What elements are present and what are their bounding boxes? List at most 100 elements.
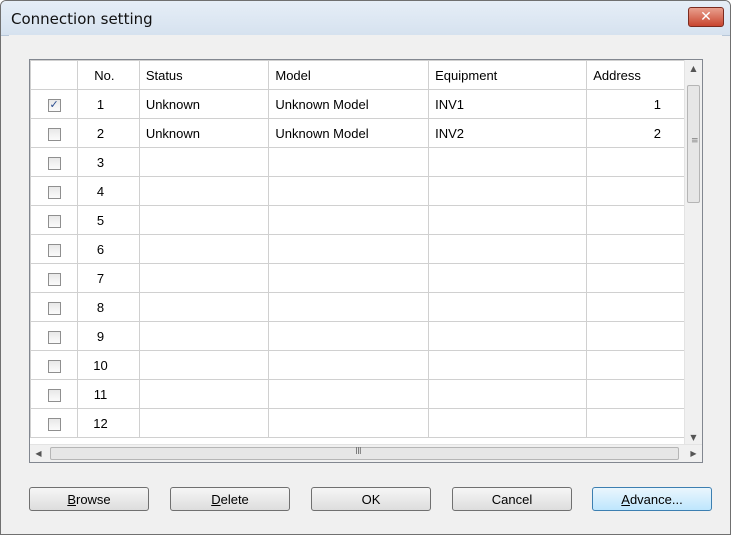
browse-button[interactable]: Browse xyxy=(29,487,149,511)
row-number[interactable]: 2 xyxy=(77,118,140,148)
row-select-cell[interactable] xyxy=(30,408,79,438)
row-checkbox[interactable] xyxy=(47,417,61,431)
equipment-cell[interactable] xyxy=(428,350,588,380)
equipment-cell[interactable]: INV1 xyxy=(428,89,588,119)
equipment-cell[interactable] xyxy=(428,292,588,322)
row-select-cell[interactable]: ✓ xyxy=(30,89,79,119)
row-number[interactable]: 10 xyxy=(77,350,140,380)
row-number[interactable]: 12 xyxy=(77,408,140,438)
equipment-cell[interactable] xyxy=(428,176,588,206)
row-number[interactable]: 8 xyxy=(77,292,140,322)
column-header-status[interactable]: Status xyxy=(138,60,270,90)
status-cell[interactable] xyxy=(138,350,270,380)
close-button[interactable]: ✕ xyxy=(688,7,724,27)
scroll-right-icon[interactable]: ▶ xyxy=(685,445,702,462)
table-row[interactable]: 7 xyxy=(30,263,702,293)
row-checkbox[interactable] xyxy=(47,359,61,373)
vertical-scrollbar[interactable]: ▲ ≡ ▼ xyxy=(684,60,702,446)
delete-button[interactable]: Delete xyxy=(170,487,290,511)
table-row[interactable]: 10 xyxy=(30,350,702,380)
model-cell[interactable] xyxy=(268,205,430,235)
table-row[interactable]: ✓ 1 Unknown Unknown Model INV1 1 xyxy=(30,89,702,119)
horizontal-scrollbar[interactable]: ◀ III ▶ xyxy=(30,444,702,462)
row-select-cell[interactable] xyxy=(30,379,79,409)
model-cell[interactable] xyxy=(268,176,430,206)
row-number[interactable]: 11 xyxy=(77,379,140,409)
equipment-cell[interactable] xyxy=(428,321,588,351)
column-header-no[interactable]: No. xyxy=(77,60,140,90)
row-number[interactable]: 7 xyxy=(77,263,140,293)
scroll-left-icon[interactable]: ◀ xyxy=(30,445,47,462)
ok-button[interactable]: OK xyxy=(311,487,431,511)
table-row[interactable]: 6 xyxy=(30,234,702,264)
equipment-cell[interactable]: INV2 xyxy=(428,118,588,148)
equipment-cell[interactable] xyxy=(428,234,588,264)
row-checkbox[interactable] xyxy=(47,156,61,170)
row-number[interactable]: 4 xyxy=(77,176,140,206)
row-checkbox[interactable] xyxy=(47,243,61,257)
model-cell[interactable] xyxy=(268,408,430,438)
row-number[interactable]: 3 xyxy=(77,147,140,177)
status-cell[interactable] xyxy=(138,321,270,351)
status-cell[interactable] xyxy=(138,263,270,293)
status-cell[interactable] xyxy=(138,292,270,322)
model-cell[interactable] xyxy=(268,350,430,380)
row-select-cell[interactable] xyxy=(30,350,79,380)
model-cell[interactable] xyxy=(268,147,430,177)
equipment-cell[interactable] xyxy=(428,379,588,409)
model-cell[interactable] xyxy=(268,234,430,264)
status-cell[interactable] xyxy=(138,147,270,177)
model-cell[interactable]: Unknown Model xyxy=(268,118,430,148)
advance-button[interactable]: Advance... xyxy=(592,487,712,511)
row-select-cell[interactable] xyxy=(30,147,79,177)
row-number[interactable]: 1 xyxy=(77,89,140,119)
table-row[interactable]: 5 xyxy=(30,205,702,235)
table-row[interactable]: 9 xyxy=(30,321,702,351)
equipment-cell[interactable] xyxy=(428,263,588,293)
equipment-cell[interactable] xyxy=(428,205,588,235)
vertical-scroll-thumb[interactable]: ≡ xyxy=(687,85,700,203)
cancel-button[interactable]: Cancel xyxy=(452,487,572,511)
row-checkbox[interactable] xyxy=(47,214,61,228)
equipment-cell[interactable] xyxy=(428,147,588,177)
table-row[interactable]: 4 xyxy=(30,176,702,206)
table-row[interactable]: 3 xyxy=(30,147,702,177)
status-cell[interactable]: Unknown xyxy=(138,118,270,148)
row-number[interactable]: 9 xyxy=(77,321,140,351)
row-checkbox[interactable] xyxy=(47,301,61,315)
title-bar[interactable]: Connection setting ✕ xyxy=(1,1,730,36)
model-cell[interactable]: Unknown Model xyxy=(268,89,430,119)
table-row[interactable]: 12 xyxy=(30,408,702,438)
row-checkbox[interactable] xyxy=(47,330,61,344)
model-cell[interactable] xyxy=(268,292,430,322)
row-number[interactable]: 6 xyxy=(77,234,140,264)
row-checkbox[interactable] xyxy=(47,272,61,286)
row-select-cell[interactable] xyxy=(30,176,79,206)
column-header-model[interactable]: Model xyxy=(268,60,430,90)
scroll-up-icon[interactable]: ▲ xyxy=(685,60,702,77)
row-checkbox[interactable] xyxy=(47,388,61,402)
model-cell[interactable] xyxy=(268,263,430,293)
model-cell[interactable] xyxy=(268,321,430,351)
table-row[interactable]: 8 xyxy=(30,292,702,322)
row-select-cell[interactable] xyxy=(30,321,79,351)
table-row[interactable]: 11 xyxy=(30,379,702,409)
row-select-cell[interactable] xyxy=(30,205,79,235)
column-header-equipment[interactable]: Equipment xyxy=(428,60,588,90)
status-cell[interactable] xyxy=(138,205,270,235)
status-cell[interactable] xyxy=(138,176,270,206)
status-cell[interactable] xyxy=(138,408,270,438)
row-checkbox[interactable] xyxy=(47,127,61,141)
status-cell[interactable] xyxy=(138,234,270,264)
row-select-cell[interactable] xyxy=(30,263,79,293)
row-checkbox[interactable]: ✓ xyxy=(47,98,61,112)
row-select-cell[interactable] xyxy=(30,292,79,322)
row-number[interactable]: 5 xyxy=(77,205,140,235)
row-select-cell[interactable] xyxy=(30,118,79,148)
equipment-cell[interactable] xyxy=(428,408,588,438)
status-cell[interactable]: Unknown xyxy=(138,89,270,119)
status-cell[interactable] xyxy=(138,379,270,409)
row-checkbox[interactable] xyxy=(47,185,61,199)
column-header-select[interactable] xyxy=(30,60,79,90)
row-select-cell[interactable] xyxy=(30,234,79,264)
